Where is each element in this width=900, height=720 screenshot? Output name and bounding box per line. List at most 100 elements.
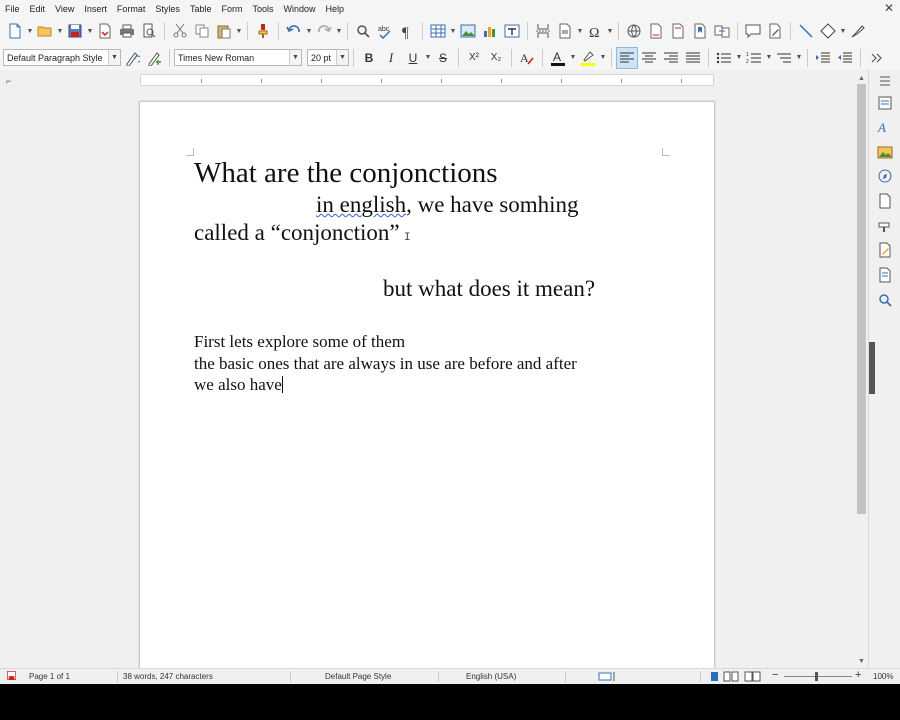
chevron-down-icon[interactable]: ▼ bbox=[305, 20, 313, 42]
chevron-down-icon[interactable]: ▼ bbox=[335, 20, 343, 42]
scrollbar-thumb[interactable] bbox=[857, 84, 866, 514]
scroll-down-icon[interactable]: ▼ bbox=[855, 655, 868, 667]
design-icon[interactable] bbox=[877, 267, 893, 283]
chevron-down-icon[interactable]: ▼ bbox=[424, 47, 432, 69]
menu-window[interactable]: Window bbox=[278, 4, 320, 14]
spellcheck-icon[interactable]: abc bbox=[374, 20, 396, 42]
align-right-icon[interactable] bbox=[660, 47, 682, 69]
print-icon[interactable] bbox=[116, 20, 138, 42]
menu-form[interactable]: Form bbox=[216, 4, 247, 14]
superscript-button[interactable]: X² bbox=[463, 47, 485, 69]
document-line-3[interactable]: called a “conjonction” bbox=[194, 220, 400, 246]
menu-insert[interactable]: Insert bbox=[79, 4, 112, 14]
close-document-icon[interactable]: ✕ bbox=[884, 1, 894, 15]
chevron-down-icon[interactable]: ▼ bbox=[56, 20, 64, 42]
copy-icon[interactable] bbox=[191, 20, 213, 42]
chevron-down-icon[interactable]: ▼ bbox=[108, 50, 120, 65]
menu-table[interactable]: Table bbox=[185, 4, 217, 14]
paste-icon[interactable] bbox=[213, 20, 235, 42]
horizontal-ruler[interactable] bbox=[140, 74, 714, 86]
subscript-button[interactable]: X₂ bbox=[485, 47, 507, 69]
chevron-down-icon[interactable]: ▼ bbox=[26, 20, 34, 42]
chevron-down-icon[interactable]: ▼ bbox=[235, 20, 243, 42]
update-style-icon[interactable] bbox=[121, 47, 143, 69]
align-left-icon[interactable] bbox=[616, 46, 638, 69]
chevron-down-icon[interactable]: ▼ bbox=[795, 47, 803, 69]
bookmark-icon[interactable] bbox=[689, 20, 711, 42]
properties-icon[interactable] bbox=[877, 95, 893, 111]
highlight-color-icon[interactable] bbox=[577, 47, 599, 69]
misspelled-word[interactable]: in english bbox=[316, 192, 406, 217]
new-style-icon[interactable] bbox=[143, 47, 165, 69]
insert-textbox-icon[interactable] bbox=[501, 20, 523, 42]
single-page-view-icon[interactable] bbox=[709, 671, 720, 684]
save-icon[interactable] bbox=[64, 20, 86, 42]
chevron-down-icon[interactable]: ▼ bbox=[569, 47, 577, 69]
tab-stop-icon[interactable]: ⌐ bbox=[6, 76, 11, 86]
page-count[interactable]: Page 1 of 1 bbox=[29, 672, 70, 681]
strikethrough-button[interactable]: S bbox=[432, 47, 454, 69]
style-inspector-icon[interactable] bbox=[877, 218, 893, 234]
gallery-icon[interactable] bbox=[877, 144, 893, 160]
hyperlink-icon[interactable] bbox=[623, 20, 645, 42]
insert-chart-icon[interactable] bbox=[479, 20, 501, 42]
undo-icon[interactable] bbox=[283, 20, 305, 42]
document-line-5[interactable]: First lets explore some of them bbox=[194, 332, 405, 352]
document-line-2[interactable]: in english, we have somhing bbox=[316, 192, 579, 218]
page-icon[interactable] bbox=[877, 193, 893, 209]
zoom-in-icon[interactable]: + bbox=[855, 669, 861, 681]
navigator-icon[interactable] bbox=[877, 168, 893, 184]
insert-image-icon[interactable] bbox=[457, 20, 479, 42]
document-line-4[interactable]: but what does it mean? bbox=[383, 276, 595, 302]
menu-view[interactable]: View bbox=[50, 4, 79, 14]
bold-button[interactable]: B bbox=[358, 47, 380, 69]
menu-help[interactable]: Help bbox=[320, 4, 349, 14]
styles-icon[interactable]: A bbox=[877, 119, 893, 135]
font-name-select[interactable]: Times New Roman ▼ bbox=[174, 49, 302, 66]
paragraph-style-select[interactable]: Default Paragraph Style ▼ bbox=[3, 49, 121, 66]
zoom-out-icon[interactable]: − bbox=[772, 669, 778, 681]
justify-icon[interactable] bbox=[682, 47, 704, 69]
basic-shapes-icon[interactable] bbox=[817, 20, 839, 42]
chevron-down-icon[interactable]: ▼ bbox=[765, 47, 773, 69]
selection-mode-icon[interactable] bbox=[598, 671, 618, 684]
chevron-down-icon[interactable]: ▼ bbox=[599, 47, 607, 69]
chevron-down-icon[interactable]: ▼ bbox=[289, 50, 301, 65]
chevron-down-icon[interactable]: ▼ bbox=[735, 47, 743, 69]
font-color-icon[interactable]: A bbox=[547, 47, 569, 69]
new-document-icon[interactable] bbox=[4, 20, 26, 42]
page-style[interactable]: Default Page Style bbox=[325, 672, 391, 681]
manage-changes-icon[interactable] bbox=[877, 242, 893, 258]
chevron-down-icon[interactable]: ▼ bbox=[336, 50, 348, 65]
insert-field-icon[interactable] bbox=[554, 20, 576, 42]
endnote-icon[interactable] bbox=[667, 20, 689, 42]
chevron-down-icon[interactable]: ▼ bbox=[86, 20, 94, 42]
outline-list-icon[interactable] bbox=[773, 47, 795, 69]
zoom-slider[interactable] bbox=[784, 676, 852, 677]
menu-styles[interactable]: Styles bbox=[150, 4, 185, 14]
redo-icon[interactable] bbox=[313, 20, 335, 42]
chevron-down-icon[interactable]: ▼ bbox=[839, 20, 847, 42]
text-language[interactable]: English (USA) bbox=[466, 672, 516, 681]
chevron-down-icon[interactable]: ▼ bbox=[606, 20, 614, 42]
scroll-up-icon[interactable]: ▲ bbox=[855, 72, 868, 84]
underline-button[interactable]: U bbox=[402, 47, 424, 69]
menu-tools[interactable]: Tools bbox=[247, 4, 278, 14]
toolbar-overflow-icon[interactable] bbox=[865, 47, 887, 69]
decrease-indent-icon[interactable] bbox=[834, 47, 856, 69]
clone-formatting-icon[interactable] bbox=[252, 20, 274, 42]
bullet-list-icon[interactable] bbox=[713, 47, 735, 69]
track-changes-icon[interactable] bbox=[764, 20, 786, 42]
menu-edit[interactable]: Edit bbox=[25, 4, 51, 14]
line-icon[interactable] bbox=[795, 20, 817, 42]
vertical-scrollbar[interactable]: ▲ ▼ bbox=[855, 70, 868, 668]
chevron-down-icon[interactable]: ▼ bbox=[449, 20, 457, 42]
document-line-7[interactable]: we also have bbox=[194, 375, 283, 395]
multi-page-view-icon[interactable] bbox=[723, 671, 740, 684]
numbered-list-icon[interactable]: 12 bbox=[743, 47, 765, 69]
menu-format[interactable]: Format bbox=[112, 4, 151, 14]
special-character-icon[interactable]: Ω bbox=[584, 20, 606, 42]
document-line-6[interactable]: the basic ones that are always in use ar… bbox=[194, 354, 577, 374]
zoom-level[interactable]: 100% bbox=[873, 672, 893, 681]
zoom-slider-handle[interactable] bbox=[815, 672, 818, 681]
